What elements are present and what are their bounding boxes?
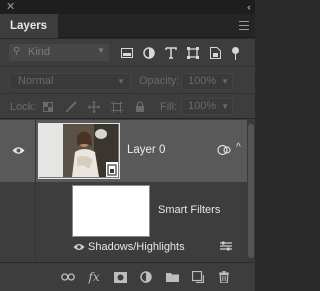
lock-all-icon[interactable] [128, 98, 151, 116]
fx-label: fx [88, 270, 100, 284]
chevron-down-icon: ▼ [97, 46, 105, 55]
layer-name[interactable]: Layer 0 [127, 144, 165, 156]
fx-icon[interactable]: fx [81, 268, 107, 286]
filter-item-name[interactable]: Shadows/Highlights [88, 241, 185, 253]
opacity-field[interactable]: 100% ▼ [181, 73, 233, 90]
lock-label: Lock: [10, 101, 37, 113]
new-group-icon[interactable] [159, 268, 185, 286]
add-mask-icon[interactable] [107, 268, 133, 286]
eye-icon[interactable] [73, 242, 85, 254]
smart-filters-label: Smart Filters [158, 204, 221, 216]
layer-row[interactable]: Layer 0 ^ [0, 120, 255, 182]
chevron-down-icon: ▼ [221, 77, 229, 86]
layer-thumbnail[interactable] [38, 123, 120, 179]
chevron-up-icon[interactable]: ^ [236, 142, 241, 153]
lock-image-pixels-icon[interactable] [59, 98, 82, 116]
filter-blending-options-icon[interactable] [220, 241, 232, 254]
blend-mode-value: Normal [18, 75, 54, 87]
type-filter-icon[interactable] [160, 43, 182, 63]
smart-filter-link-icon[interactable] [217, 144, 231, 159]
opacity-label: Opacity: [139, 75, 180, 87]
image-filter-icon[interactable] [116, 43, 138, 63]
fill-field[interactable]: 100% ▼ [181, 98, 233, 115]
lock-row: Lock: Fill: 100% ▼ [0, 95, 255, 119]
shape-filter-icon[interactable] [182, 43, 204, 63]
filter-row: ⚲ Kind ▼ [0, 39, 255, 67]
visibility-column [0, 120, 36, 260]
link-layers-icon[interactable] [55, 268, 81, 286]
new-layer-icon[interactable] [185, 268, 211, 286]
smart-filters-row[interactable]: Smart Filters [37, 183, 247, 238]
delete-layer-icon[interactable] [211, 268, 237, 286]
filter-kind-label: Kind [28, 46, 51, 58]
blend-mode-select[interactable]: Normal ▼ [9, 73, 131, 90]
tab-layers[interactable]: Layers [0, 14, 58, 38]
fill-label: Fill: [160, 101, 178, 113]
smart-object-filter-icon[interactable] [204, 43, 226, 63]
panel-menu-icon[interactable] [239, 21, 249, 30]
opacity-value: 100% [188, 75, 217, 87]
smart-filter-mask-thumbnail[interactable] [72, 185, 150, 237]
filter-item-row[interactable]: Shadows/Highlights [37, 238, 247, 258]
window-titlebar: ✕ ‹‹ [0, 0, 255, 14]
chevron-down-icon: ▼ [117, 77, 125, 86]
collapse-panel-icon[interactable]: ‹‹ [247, 0, 251, 14]
filter-toggle-stem [234, 53, 236, 60]
search-icon: ⚲ [13, 46, 21, 57]
lock-transparent-pixels-icon[interactable] [36, 98, 59, 116]
blending-row: Normal ▼ Opacity: 100% ▼ [0, 68, 255, 94]
chevron-down-icon: ▼ [221, 102, 229, 111]
fill-value: 100% [188, 100, 217, 112]
lock-artboard-icon[interactable] [105, 98, 128, 116]
close-icon[interactable]: ✕ [6, 0, 15, 14]
new-adjustment-layer-icon[interactable] [133, 268, 159, 286]
panel-tabbar: Layers [0, 14, 255, 38]
filter-kind-select[interactable]: ⚲ Kind ▼ [9, 44, 109, 61]
layers-footer: fx [0, 262, 255, 291]
eye-icon[interactable] [12, 146, 25, 158]
adjustment-filter-icon[interactable] [138, 43, 160, 63]
scrollbar-thumb[interactable] [248, 124, 254, 258]
lock-position-icon[interactable] [82, 98, 105, 116]
